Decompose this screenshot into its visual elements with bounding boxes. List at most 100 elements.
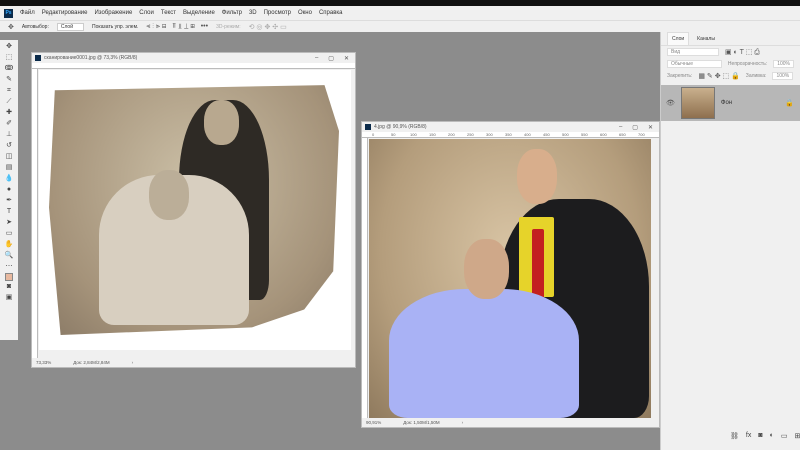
ruler-tick: 0 — [372, 132, 375, 137]
lasso-icon[interactable]: ↂ — [5, 64, 14, 74]
blue-blouse — [389, 289, 579, 418]
ruler-tick: 500 — [562, 132, 569, 137]
eraser-icon[interactable]: ◫ — [6, 152, 13, 162]
menu-layers[interactable]: Слои — [139, 10, 154, 16]
lock-label: Закрепить: — [667, 73, 693, 79]
fill-input[interactable]: 100% — [772, 72, 794, 80]
menu-view[interactable]: Просмотр — [264, 10, 291, 16]
options-bar: ✥ Автовыбор: Слой Показать упр. элем. ⫷ … — [0, 20, 800, 32]
vertical-ruler — [362, 138, 368, 419]
document-window-scan[interactable]: сканирование0001.jpg @ 73,3% (RGB/8) – ▢ ✕… — [31, 52, 356, 368]
move-icon[interactable]: ✥ — [6, 42, 12, 52]
status-arrow[interactable]: › — [462, 420, 464, 425]
status-arrow[interactable]: › — [132, 360, 134, 365]
layer-filter-select[interactable]: Вид — [667, 48, 719, 56]
align-icons[interactable]: ⫷ ⫶ ⫸ ⊟ ⫪ ⫫ ⊥ ⊞ ••• — [146, 23, 208, 31]
ruler-tick: 250 — [467, 132, 474, 137]
menu-select[interactable]: Выделение — [183, 10, 215, 16]
woman-face — [464, 239, 509, 299]
maximize-button[interactable]: ▢ — [632, 124, 638, 131]
type-icon[interactable]: T — [7, 207, 11, 217]
lock-icons[interactable]: ▦ ✎ ✥ ⬚ 🔒 — [698, 72, 739, 80]
doc-size: Док: 1,50M/1,50M — [403, 420, 440, 425]
menu-type[interactable]: Текст — [161, 10, 176, 16]
filter-icons[interactable]: ▣ ◐ T ⬚ ⎙ — [725, 48, 760, 57]
adjustment-icon[interactable]: ◐ — [770, 432, 774, 440]
fill-label: Заливка: — [745, 73, 767, 79]
minimize-button[interactable]: – — [619, 124, 622, 131]
maximize-button[interactable]: ▢ — [328, 55, 334, 62]
show-controls-checkbox[interactable]: Показать упр. элем. — [92, 24, 138, 30]
move-tool-icon[interactable]: ✥ — [8, 23, 14, 31]
group-icon[interactable]: ▭ — [781, 432, 788, 440]
tab-channels[interactable]: Каналы — [697, 36, 715, 42]
close-button[interactable]: ✕ — [648, 124, 653, 131]
stamp-icon[interactable]: ⊥ — [6, 130, 12, 140]
layer-name: Фон — [720, 100, 733, 106]
shape-icon[interactable]: ▭ — [6, 229, 13, 239]
document-tab[interactable]: 4.jpg @ 90,9% (RGB/8) – ▢ ✕ — [362, 122, 659, 132]
history-brush-icon[interactable]: ↺ — [6, 141, 12, 151]
man-face — [517, 149, 557, 204]
doc-size: Док: 2,84M/2,84M — [73, 360, 110, 365]
close-button[interactable]: ✕ — [344, 55, 349, 62]
brush-icon[interactable]: ✐ — [6, 119, 12, 129]
document-window-colorized[interactable]: 4.jpg @ 90,9% (RGB/8) – ▢ ✕ 0 50 100 150 200 25… — [361, 121, 660, 428]
layer-select[interactable]: Слой — [56, 22, 85, 31]
tools-panel: ✥ ⬚ ↂ ✎ ⌗ ⟋ ✚ ✐ ⊥ ↺ ◫ ▤ 💧 ● ✒ T ➤ ▭ ✋ 🔍 … — [0, 40, 18, 340]
ruler-tick: 350 — [505, 132, 512, 137]
canvas-old-photo[interactable] — [39, 70, 351, 350]
eyedropper-icon[interactable]: ⟋ — [7, 97, 12, 107]
pen-icon[interactable]: ✒ — [6, 196, 12, 206]
quick-mask-icon[interactable]: ◙ — [7, 282, 11, 292]
eye-icon[interactable]: 👁 — [666, 99, 675, 107]
ruler-tick: 50 — [391, 132, 396, 137]
healing-icon[interactable]: ✚ — [6, 108, 12, 118]
lock-icon: 🔒 — [785, 100, 794, 107]
foreground-color-swatch[interactable] — [5, 273, 13, 281]
menu-file[interactable]: Файл — [20, 10, 35, 16]
menu-help[interactable]: Справка — [319, 10, 343, 16]
blend-mode-select[interactable]: Обычные — [667, 60, 722, 68]
ruler-tick: 100 — [410, 132, 417, 137]
path-select-icon[interactable]: ➤ — [6, 218, 12, 228]
menu-image[interactable]: Изображение — [94, 10, 132, 16]
marquee-icon[interactable]: ⬚ — [6, 53, 13, 63]
zoom-level[interactable]: 73,33% — [36, 360, 51, 365]
menu-filter[interactable]: Фильтр — [222, 10, 242, 16]
more-tools-icon[interactable]: ⋯ — [6, 262, 13, 272]
crop-icon[interactable]: ⌗ — [7, 86, 11, 96]
ruler-tick: 650 — [619, 132, 626, 137]
red-tie — [532, 229, 544, 299]
link-icon[interactable]: ⛓ — [730, 432, 739, 440]
minimize-button[interactable]: – — [315, 55, 318, 62]
status-bar: 90,91% Док: 1,50M/1,50M › — [362, 418, 659, 427]
quick-select-icon[interactable]: ✎ — [6, 75, 12, 85]
layer-thumbnail — [680, 87, 715, 119]
layer-row-background[interactable]: 👁 Фон 🔒 — [661, 85, 800, 121]
dodge-icon[interactable]: ● — [7, 185, 11, 195]
hand-icon[interactable]: ✋ — [5, 240, 14, 250]
tab-layers[interactable]: Слои — [667, 32, 690, 45]
blur-icon[interactable]: 💧 — [5, 174, 14, 184]
menu-3d[interactable]: 3D — [249, 10, 257, 16]
autoselect-checkbox[interactable]: Автовыбор: — [22, 24, 49, 30]
new-layer-icon[interactable]: ⊞ — [794, 432, 800, 440]
menu-window[interactable]: Окно — [298, 10, 312, 16]
gradient-icon[interactable]: ▤ — [6, 163, 13, 173]
fx-icon[interactable]: fx — [746, 432, 751, 440]
horizontal-ruler: 0 50 100 150 200 250 300 350 400 450 500 550 600 650 7… — [362, 132, 659, 138]
screen-mode-icon[interactable]: ▣ — [6, 293, 13, 303]
canvas-colorized-photo[interactable] — [369, 139, 651, 418]
opacity-input[interactable]: 100% — [773, 60, 794, 68]
3d-icons[interactable]: ⟲ ◎ ✥ ✣ ▭ — [249, 23, 287, 31]
document-tab[interactable]: сканирование0001.jpg @ 73,3% (RGB/8) – ▢ ✕ — [32, 53, 355, 63]
mask-icon[interactable]: ◙ — [758, 432, 762, 440]
zoom-level[interactable]: 90,91% — [366, 420, 381, 425]
ruler-tick: 450 — [543, 132, 550, 137]
menu-edit[interactable]: Редактирование — [42, 10, 88, 16]
zoom-icon[interactable]: 🔍 — [5, 251, 14, 261]
woman-face — [149, 170, 189, 220]
ruler-tick: 200 — [448, 132, 455, 137]
ruler-tick: 150 — [429, 132, 436, 137]
